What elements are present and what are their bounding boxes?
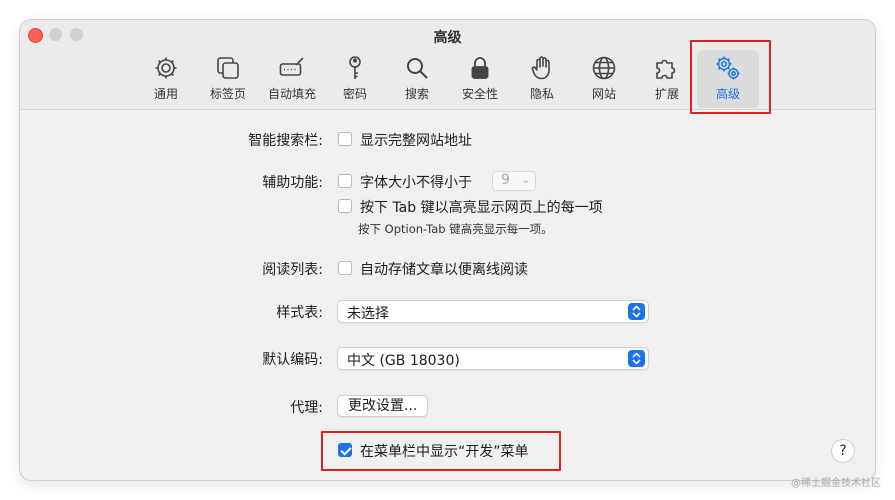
lock-icon (467, 55, 493, 81)
tab-general[interactable]: 通用 (140, 50, 192, 108)
gear-icon (153, 55, 179, 81)
tab-label: 搜索 (404, 87, 429, 101)
tab-highlight-hint: 按下 Option-Tab 键高亮显示每一项。 (358, 222, 553, 236)
hand-icon (529, 55, 555, 81)
stylesheet-label: 样式表: (276, 305, 323, 321)
show-full-address-checkbox[interactable] (338, 132, 352, 146)
tab-websites[interactable]: 网站 (579, 50, 629, 108)
help-button[interactable]: ? (831, 439, 855, 463)
updown-arrows-icon (628, 350, 645, 367)
chevron-down-icon: ⌄ (521, 175, 530, 186)
proxy-label: 代理: (290, 400, 323, 416)
encoding-label: 默认编码: (262, 352, 323, 368)
tab-security[interactable]: 安全性 (454, 50, 506, 108)
globe-icon (591, 55, 617, 81)
develop-menu-highlight (321, 431, 561, 471)
tab-label: 自动填充 (267, 87, 316, 101)
show-full-address-text: 显示完整网站地址 (360, 133, 472, 149)
tab-label: 网站 (591, 87, 616, 101)
tabs-icon (215, 55, 241, 81)
reading-list-label: 阅读列表: (262, 262, 323, 278)
encoding-select[interactable]: 中文 (GB 18030) (337, 347, 649, 370)
tab-label: 隐私 (529, 87, 554, 101)
tab-label: 通用 (153, 87, 178, 101)
tab-label: 安全性 (461, 87, 498, 101)
tab-label: 密码 (342, 87, 367, 101)
tab-highlight-text: 按下 Tab 键以高亮显示网页上的每一项 (360, 200, 603, 216)
stylesheet-select[interactable]: 未选择 (337, 300, 649, 323)
search-icon (404, 55, 430, 81)
watermark: @稀土掘金技术社区 (791, 478, 881, 489)
min-font-size-checkbox[interactable] (338, 174, 352, 188)
tab-extensions[interactable]: 扩展 (642, 50, 692, 108)
tab-privacy[interactable]: 隐私 (517, 50, 567, 108)
smart-search-label: 智能搜索栏: (248, 133, 323, 149)
tab-label: 标签页 (209, 87, 246, 101)
tab-label: 扩展 (654, 87, 679, 101)
tab-search[interactable]: 搜索 (392, 50, 442, 108)
autofill-icon (279, 55, 305, 81)
min-font-size-text: 字体大小不得小于 (360, 175, 472, 191)
stylesheet-value: 未选择 (347, 306, 389, 322)
key-icon (342, 55, 368, 81)
change-proxy-settings-button[interactable]: 更改设置... (337, 395, 429, 417)
save-offline-checkbox[interactable] (338, 261, 352, 275)
updown-arrows-icon (628, 303, 645, 320)
save-offline-text: 自动存储文章以便离线阅读 (360, 262, 528, 278)
tab-autofill[interactable]: 自动填充 (260, 50, 324, 108)
advanced-tab-highlight (690, 40, 771, 114)
accessibility-label: 辅助功能: (262, 175, 323, 191)
tab-tabs[interactable]: 标签页 (202, 50, 254, 108)
min-font-size-value: 9 (501, 172, 510, 188)
encoding-value: 中文 (GB 18030) (347, 353, 460, 369)
puzzle-icon (654, 55, 680, 81)
tab-passwords[interactable]: 密码 (330, 50, 380, 108)
min-font-size-popup[interactable]: 9 ⌄ (492, 171, 536, 191)
tab-highlight-checkbox[interactable] (338, 199, 352, 213)
